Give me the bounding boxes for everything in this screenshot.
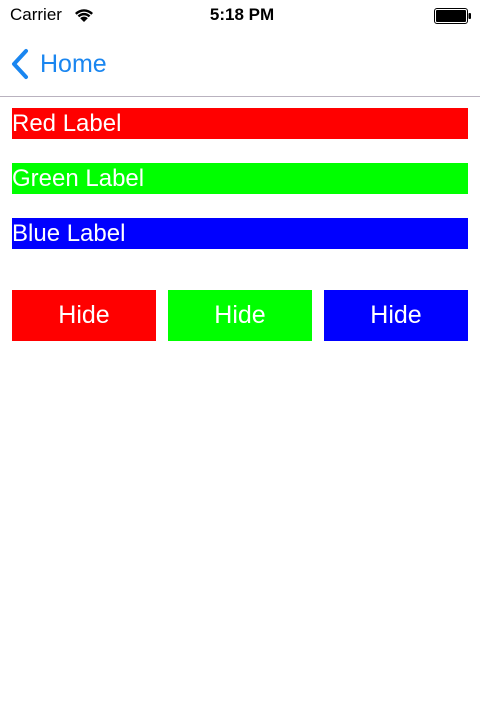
hide-green-button[interactable]: Hide xyxy=(168,290,312,341)
status-time: 5:18 PM xyxy=(209,5,275,24)
back-button-label: Home xyxy=(40,49,107,78)
battery-icon xyxy=(434,8,471,24)
chevron-left-icon xyxy=(12,49,28,79)
hide-blue-button[interactable]: Hide xyxy=(324,290,468,341)
navigation-bar: Home xyxy=(0,32,480,97)
status-bar: Carrier 5:18 PM xyxy=(0,0,480,32)
hide-red-button[interactable]: Hide xyxy=(12,290,156,341)
back-button[interactable]: Home xyxy=(10,46,107,82)
green-label: Green Label xyxy=(12,163,468,194)
blue-label: Blue Label xyxy=(12,218,468,249)
red-label: Red Label xyxy=(12,108,468,139)
